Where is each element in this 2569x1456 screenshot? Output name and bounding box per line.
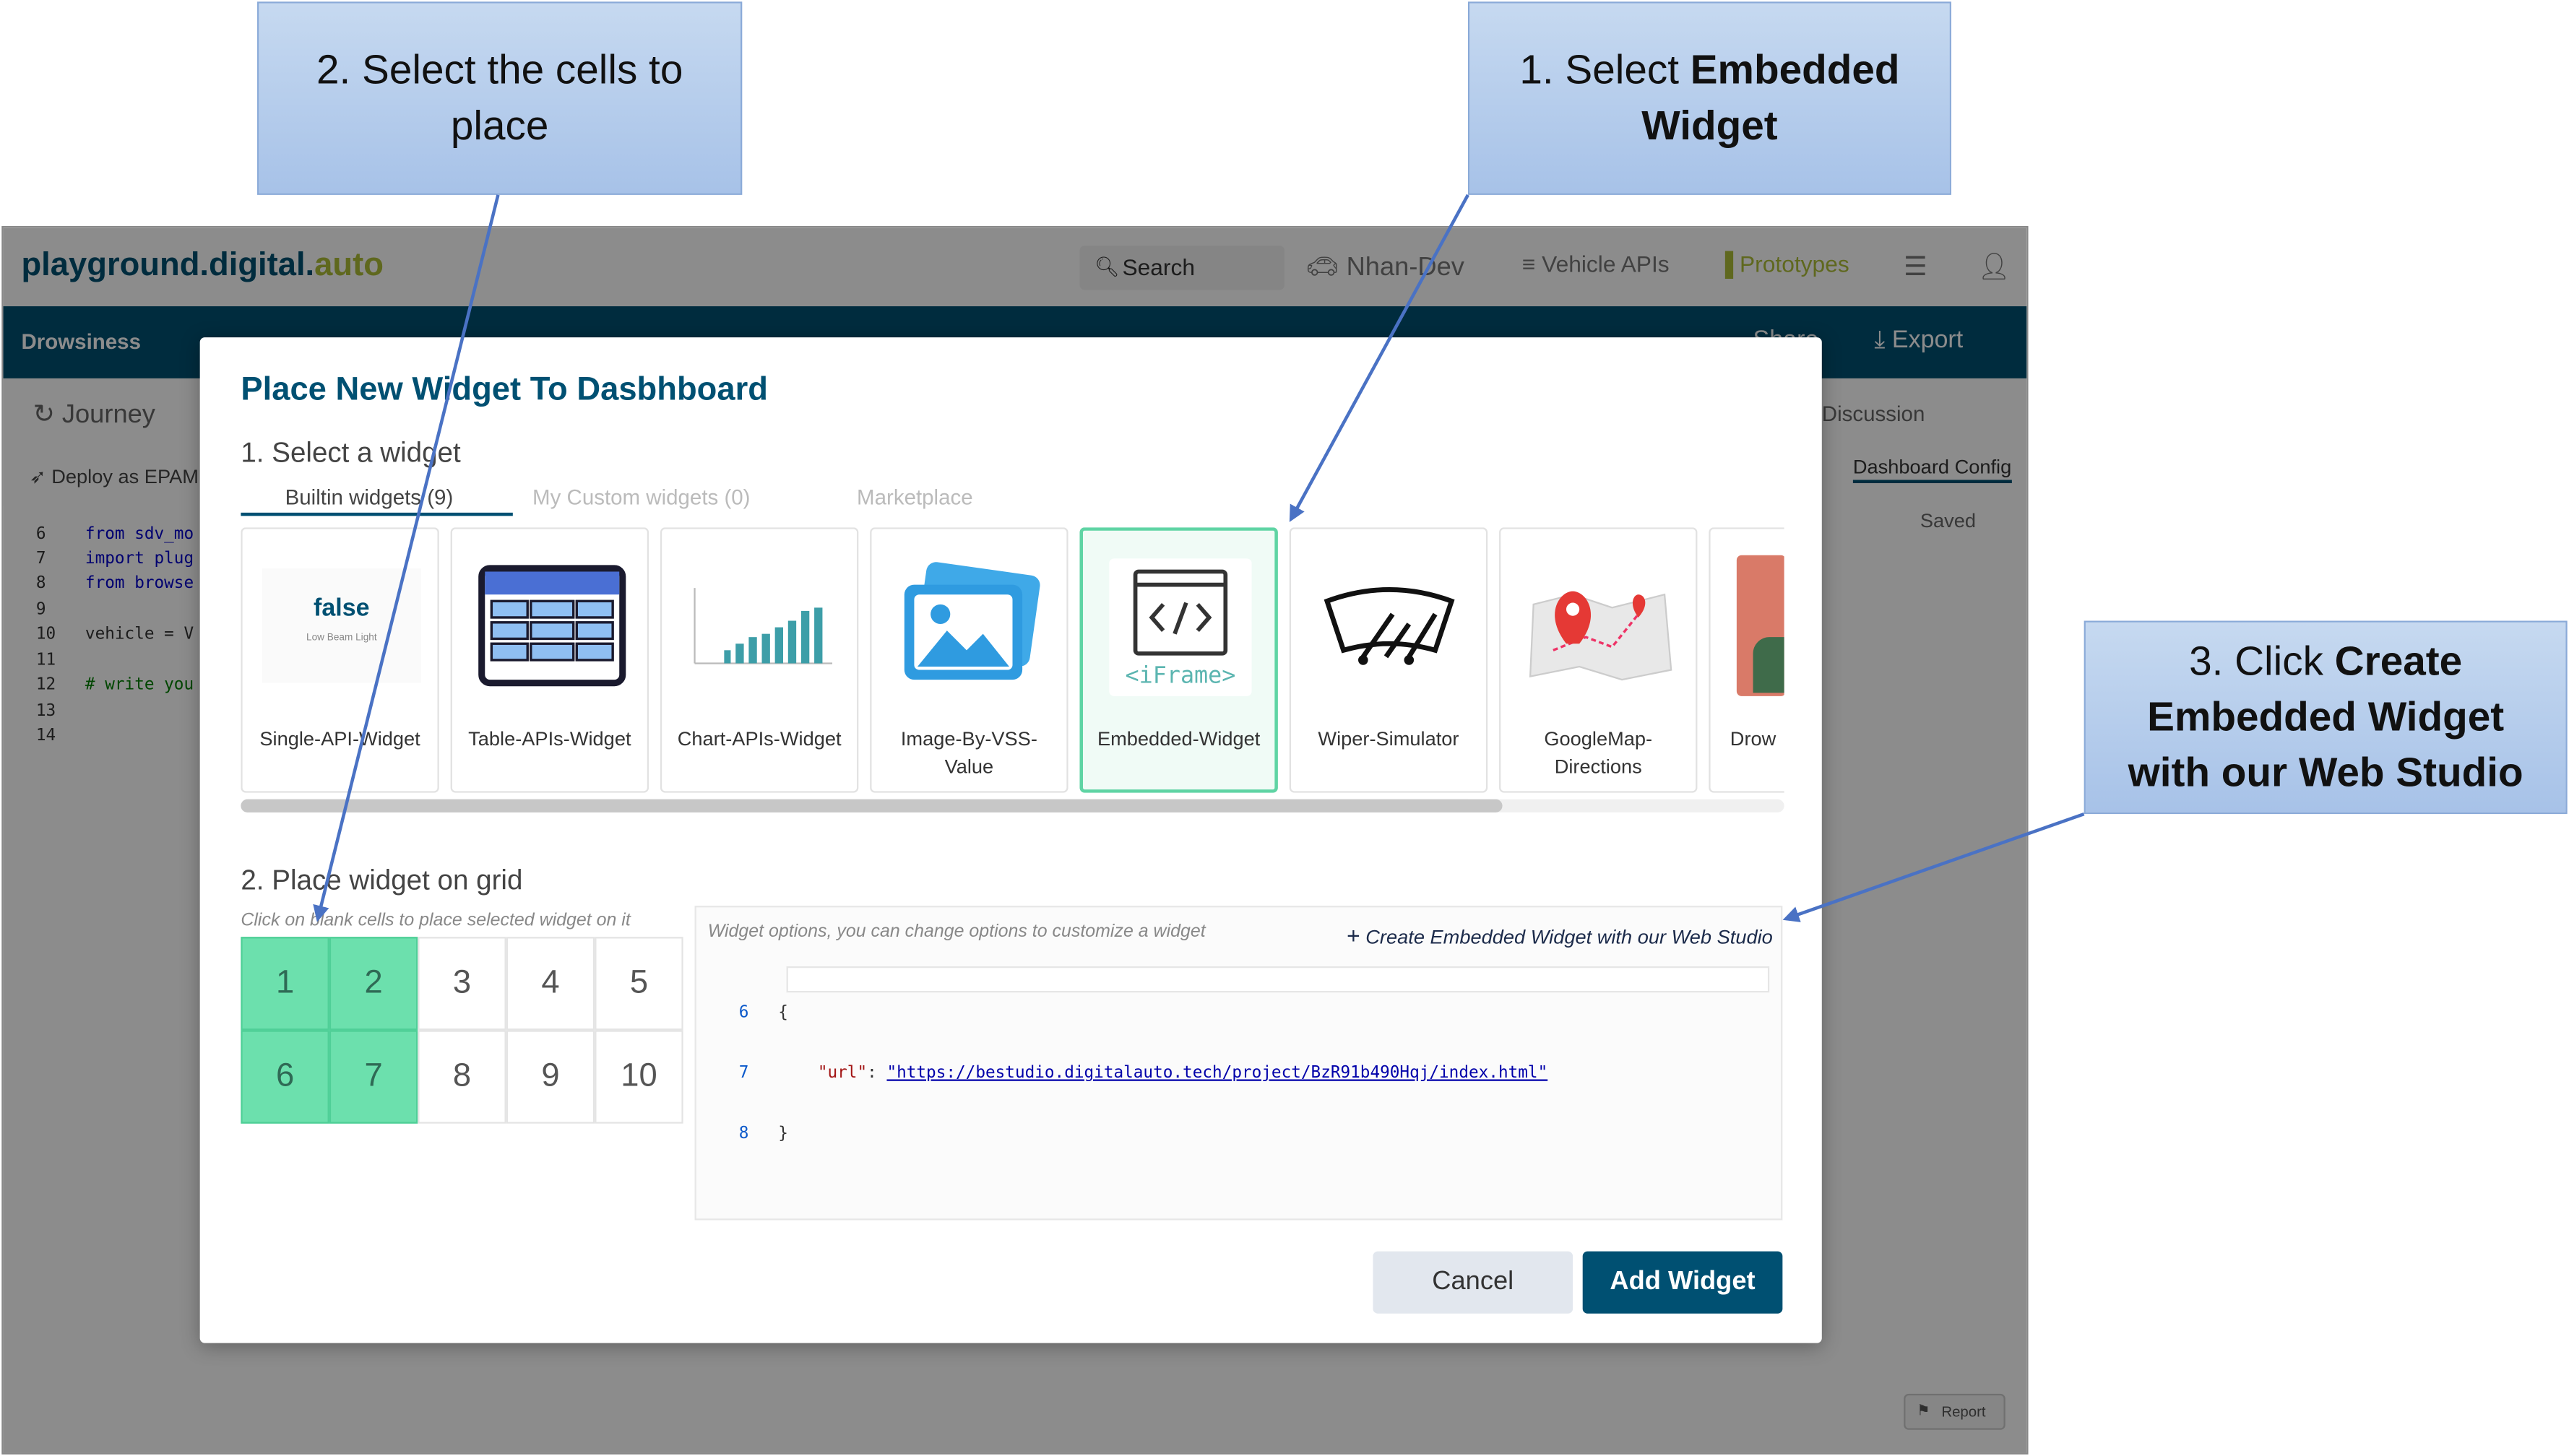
- widget-grid: 1 2 3 4 5 6 7 8 9 10: [241, 937, 683, 1124]
- thumb-value: false: [314, 594, 370, 623]
- widget-label: GoogleMap-Directions: [1544, 727, 1653, 779]
- json-sep: :: [867, 1065, 887, 1083]
- wiper-icon: [1311, 555, 1469, 700]
- json-text: }: [778, 1124, 788, 1143]
- place-widget-modal: Place New Widget To Dasbhboard 1. Select…: [199, 337, 1822, 1343]
- callout-step2-text: 2. Select the cells to place: [316, 47, 683, 150]
- json-line: 7 "url": "https://bestudio.digitalauto.t…: [739, 1065, 1547, 1089]
- callout-step2: 2. Select the cells to place: [257, 1, 743, 195]
- tab-custom-widgets[interactable]: My Custom widgets (0): [532, 485, 750, 509]
- json-text: {: [778, 1004, 788, 1023]
- json-line: 8}: [739, 1125, 1547, 1150]
- widget-label: Table-APIs-Widget: [468, 727, 631, 750]
- grid-cell[interactable]: 10: [595, 1030, 683, 1124]
- json-url-value[interactable]: "https://bestudio.digitalauto.tech/proje…: [886, 1065, 1547, 1083]
- widget-card-image-by-vss[interactable]: Image-By-VSS-Value: [870, 527, 1068, 793]
- grid-cell[interactable]: 7: [329, 1030, 418, 1124]
- callout-step3-plain: 3. Click: [2189, 638, 2335, 685]
- thumb-figure: [1753, 637, 1784, 693]
- options-hint: Widget options, you can change options t…: [707, 922, 1206, 942]
- grid-cell[interactable]: 3: [418, 937, 506, 1031]
- active-tab-indicator: [241, 512, 513, 516]
- options-json-editor[interactable]: 6{ 7 "url": "https://bestudio.digitalaut…: [739, 968, 1547, 1186]
- create-link-label: Create Embedded Widget with our Web Stud…: [1365, 925, 1773, 949]
- section-place-grid-title: 2. Place widget on grid: [241, 864, 523, 896]
- widget-label: Drow: [1730, 727, 1776, 750]
- widget-label: Wiper-Simulator: [1318, 727, 1459, 750]
- line-number: 8: [738, 1124, 749, 1143]
- widget-label: Single-API-Widget: [259, 727, 420, 750]
- grid-cell[interactable]: 8: [418, 1030, 506, 1124]
- annotated-screenshot: playground.digital.auto 🔍︎ Search 🚗︎ Nha…: [0, 0, 2569, 1456]
- table-icon: [472, 555, 631, 700]
- callout-step1: 1. Select Embedded Widget: [1467, 1, 1951, 195]
- grid-cell[interactable]: 9: [506, 1030, 595, 1124]
- bar-chart-thumb: [681, 555, 840, 700]
- widget-card-drowsiness[interactable]: Drow: [1709, 527, 1784, 793]
- callout-step3-text: 3. Click Create Embedded Widget with our…: [2112, 634, 2539, 801]
- widget-label: Embedded-Widget: [1097, 727, 1261, 750]
- drowsiness-thumb: [1736, 555, 1784, 696]
- create-embedded-widget-link[interactable]: + Create Embedded Widget with our Web St…: [1347, 922, 1773, 948]
- iframe-icon: <iFrame>: [1109, 558, 1252, 696]
- iframe-text: <iFrame>: [1125, 663, 1236, 690]
- thumb-bg: [262, 568, 421, 683]
- tab-builtin-widgets[interactable]: Builtin widgets (9): [285, 485, 454, 509]
- widget-card-wiper[interactable]: Wiper-Simulator: [1289, 527, 1488, 793]
- single-api-thumb: false Low Beam Light: [262, 555, 421, 700]
- add-widget-button[interactable]: Add Widget: [1582, 1251, 1783, 1314]
- callout-step3: 3. Click Create Embedded Widget with our…: [2084, 620, 2568, 815]
- grid-cell[interactable]: 4: [506, 937, 595, 1031]
- modal-title: Place New Widget To Dasbhboard: [241, 371, 768, 408]
- grid-cell[interactable]: 6: [241, 1030, 329, 1124]
- thumb-caption: Low Beam Light: [306, 633, 377, 644]
- cancel-button[interactable]: Cancel: [1373, 1251, 1573, 1314]
- map-icon: [1521, 555, 1680, 700]
- callout-step1-plain: 1. Select: [1519, 47, 1691, 94]
- tab-marketplace[interactable]: Marketplace: [857, 485, 973, 509]
- plus-icon: +: [1347, 922, 1360, 949]
- grid-hint: Click on blank cells to place selected w…: [241, 910, 631, 931]
- grid-cell[interactable]: 5: [595, 937, 683, 1031]
- json-line: 6{: [739, 1004, 1547, 1028]
- grid-cell[interactable]: 2: [329, 937, 418, 1031]
- widget-card-chart-apis[interactable]: Chart-APIs-Widget: [660, 527, 859, 793]
- widget-card-googlemap[interactable]: GoogleMap-Directions: [1499, 527, 1698, 793]
- section-select-widget-title: 1. Select a widget: [241, 437, 461, 469]
- widget-card-single-api[interactable]: false Low Beam Light Single-API-Widget: [241, 527, 439, 793]
- widget-label: Image-By-VSS-Value: [900, 727, 1037, 779]
- widget-card-table-apis[interactable]: Table-APIs-Widget: [450, 527, 649, 793]
- widget-label: Chart-APIs-Widget: [677, 727, 842, 750]
- callout-step1-text: 1. Select Embedded Widget: [1503, 43, 1917, 154]
- gallery-scrollbar-thumb[interactable]: [241, 799, 1503, 812]
- image-icon: [891, 555, 1050, 700]
- widget-card-embedded[interactable]: <iFrame> Embedded-Widget: [1079, 527, 1278, 793]
- line-number: 6: [738, 1004, 749, 1023]
- json-key: "url": [817, 1065, 868, 1083]
- line-number: 7: [738, 1065, 749, 1083]
- grid-cell[interactable]: 1: [241, 937, 329, 1031]
- widget-gallery: false Low Beam Light Single-API-Widget T…: [241, 527, 1784, 796]
